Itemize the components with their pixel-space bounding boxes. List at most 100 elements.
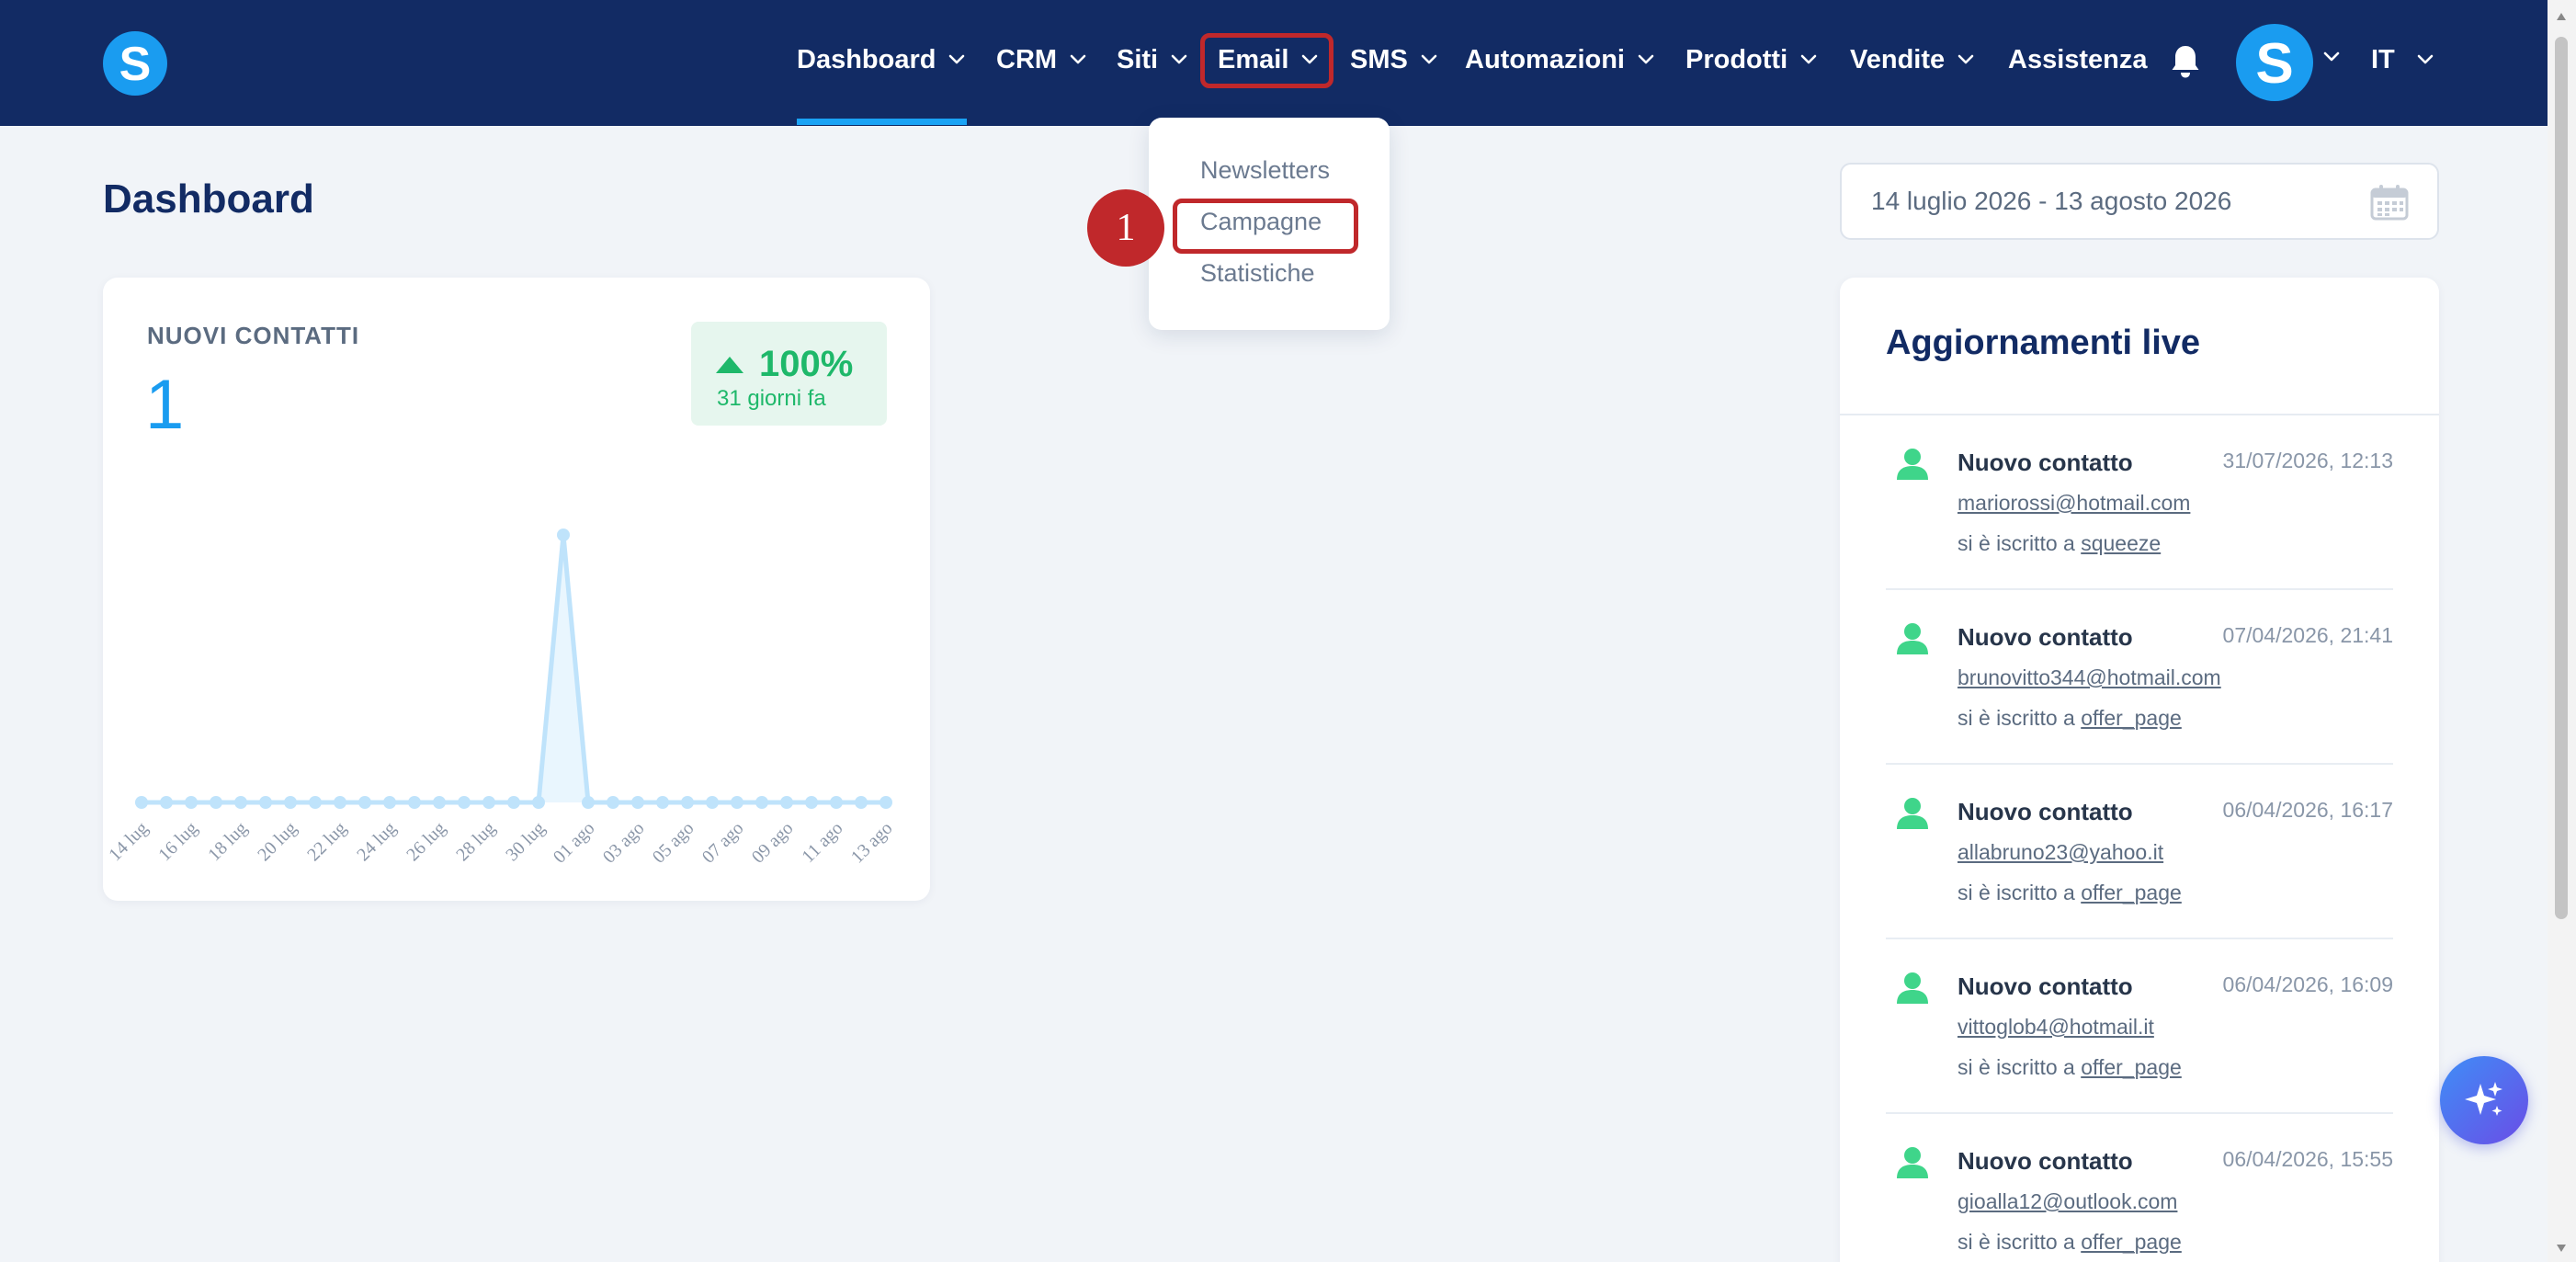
chart-point[interactable] — [259, 796, 272, 809]
scrollbar-thumb[interactable] — [2555, 37, 2568, 919]
new-contacts-label: NUOVI CONTATTI — [147, 322, 360, 349]
chart-point[interactable] — [234, 796, 247, 809]
live-update-item: Nuovo contatto 06/04/2026, 16:09 vittogl… — [1886, 939, 2393, 1114]
trend-percent-value: 100% — [759, 344, 854, 384]
nav-assistenza-label: Assistenza — [2008, 44, 2148, 74]
update-timestamp: 07/04/2026, 21:41 — [2222, 623, 2393, 647]
update-title: Nuovo contatto — [1958, 449, 2133, 476]
scroll-down-arrow-icon[interactable] — [2556, 1241, 2567, 1257]
live-update-item: Nuovo contatto 31/07/2026, 12:13 marioro… — [1886, 415, 2393, 590]
source-page-link[interactable]: offer_page — [2081, 1230, 2182, 1254]
source-page-link[interactable]: offer_page — [2081, 881, 2182, 904]
chart-point[interactable] — [309, 796, 322, 809]
contact-email-link[interactable]: vittoglob4@hotmail.it — [1958, 1015, 2154, 1040]
chart-x-tick-label: 24 lug — [353, 818, 400, 865]
calendar-icon — [2369, 183, 2410, 228]
nav-dashboard-label: Dashboard — [797, 44, 936, 74]
brand-logo[interactable]: S — [103, 31, 167, 96]
chart-point[interactable] — [731, 796, 743, 809]
date-range-picker[interactable]: 14 luglio 2026 - 13 agosto 2026 — [1840, 163, 2439, 240]
chart-point[interactable] — [185, 796, 198, 809]
nav-crm[interactable]: CRM — [996, 37, 1086, 83]
user-icon — [1895, 1145, 1930, 1185]
language-selector[interactable]: IT — [2371, 37, 2434, 83]
chart-point[interactable] — [855, 796, 868, 809]
chart-point[interactable] — [358, 796, 371, 809]
triangle-up-icon — [715, 356, 744, 374]
subscription-info: si è iscritto a offer_page — [1958, 1055, 2182, 1080]
chart-series-line — [142, 532, 886, 805]
chart-point[interactable] — [631, 796, 644, 809]
contact-email-link[interactable]: gioalla12@outlook.com — [1958, 1189, 2177, 1214]
chart-point[interactable] — [557, 529, 570, 541]
trend-badge: 100% 31 giorni fa — [691, 322, 887, 426]
chart-point[interactable] — [607, 796, 619, 809]
chart-point[interactable] — [482, 796, 495, 809]
chart-point[interactable] — [780, 796, 793, 809]
chart-point[interactable] — [805, 796, 818, 809]
chart-point[interactable] — [656, 796, 669, 809]
contact-email-link[interactable]: mariorossi@hotmail.com — [1958, 491, 2190, 516]
chart-x-tick-label: 09 ago — [748, 818, 798, 868]
chart-x-tick-label: 20 lug — [254, 818, 301, 865]
nav-prodotti[interactable]: Prodotti — [1685, 37, 1817, 83]
chart-point[interactable] — [408, 796, 421, 809]
chevron-down-icon — [948, 54, 965, 65]
chart-point[interactable] — [383, 796, 396, 809]
nav-assistenza[interactable]: Assistenza — [2008, 37, 2148, 83]
source-page-link[interactable]: offer_page — [2081, 706, 2182, 730]
chart-point[interactable] — [681, 796, 694, 809]
chart-point[interactable] — [830, 796, 843, 809]
chart-x-tick-label: 05 ago — [649, 818, 698, 868]
contact-email-link[interactable]: brunovitto344@hotmail.com — [1958, 665, 2221, 690]
subscription-info: si è iscritto a squeeze — [1958, 531, 2161, 556]
chart-point[interactable] — [879, 796, 892, 809]
email-nav-highlight — [1200, 33, 1333, 88]
chart-point[interactable] — [160, 796, 173, 809]
nav-automazioni[interactable]: Automazioni — [1465, 37, 1654, 83]
user-avatar[interactable]: S — [2236, 24, 2313, 101]
chart-x-tick-label: 07 ago — [698, 818, 748, 868]
chart-point[interactable] — [284, 796, 297, 809]
top-navigation-bar: S Dashboard CRM Siti Email SMS Automazio… — [0, 0, 2548, 126]
chart-point[interactable] — [135, 796, 148, 809]
user-icon — [1895, 971, 1930, 1010]
nav-prodotti-label: Prodotti — [1685, 44, 1788, 74]
notifications-button[interactable] — [2167, 41, 2204, 82]
nav-crm-label: CRM — [996, 44, 1058, 74]
source-page-link[interactable]: offer_page — [2081, 1055, 2182, 1079]
chart-point[interactable] — [458, 796, 471, 809]
chart-x-tick-label: 28 lug — [452, 818, 499, 865]
chart-point[interactable] — [334, 796, 346, 809]
chart-point[interactable] — [210, 796, 222, 809]
live-update-item: Nuovo contatto 06/04/2026, 15:55 gioalla… — [1886, 1114, 2393, 1262]
chevron-down-icon — [1638, 54, 1654, 65]
nav-siti[interactable]: Siti — [1117, 37, 1187, 83]
update-title: Nuovo contatto — [1958, 1147, 2133, 1175]
update-timestamp: 06/04/2026, 16:17 — [2222, 798, 2393, 822]
chart-point[interactable] — [433, 796, 446, 809]
subscribed-prefix: si è iscritto a — [1958, 531, 2075, 555]
chart-point[interactable] — [706, 796, 719, 809]
chart-point[interactable] — [582, 796, 595, 809]
chart-point[interactable] — [507, 796, 520, 809]
nav-vendite[interactable]: Vendite — [1850, 37, 1974, 83]
nav-dashboard[interactable]: Dashboard — [797, 37, 965, 83]
chevron-down-icon — [1171, 54, 1187, 65]
nav-automazioni-label: Automazioni — [1465, 44, 1625, 74]
scroll-up-arrow-icon[interactable] — [2556, 9, 2567, 26]
live-updates-card: Aggiornamenti live Nuovo contatto 31/07/… — [1840, 278, 2439, 1262]
menu-item-statistiche[interactable]: Statistiche — [1200, 259, 1315, 288]
chart-point[interactable] — [532, 796, 545, 809]
nav-vendite-label: Vendite — [1850, 44, 1946, 74]
avatar-chevron-down-icon[interactable] — [2323, 51, 2340, 67]
nav-sms[interactable]: SMS — [1350, 37, 1437, 83]
contact-email-link[interactable]: allabruno23@yahoo.it — [1958, 840, 2163, 865]
avatar-letter: S — [2255, 34, 2293, 91]
ai-assistant-button[interactable] — [2440, 1056, 2528, 1144]
source-page-link[interactable]: squeeze — [2081, 531, 2161, 555]
chart-x-tick-label: 26 lug — [403, 818, 449, 865]
chart-x-tick-label: 01 ago — [550, 818, 599, 868]
menu-item-newsletters[interactable]: Newsletters — [1200, 156, 1330, 185]
chart-point[interactable] — [755, 796, 768, 809]
